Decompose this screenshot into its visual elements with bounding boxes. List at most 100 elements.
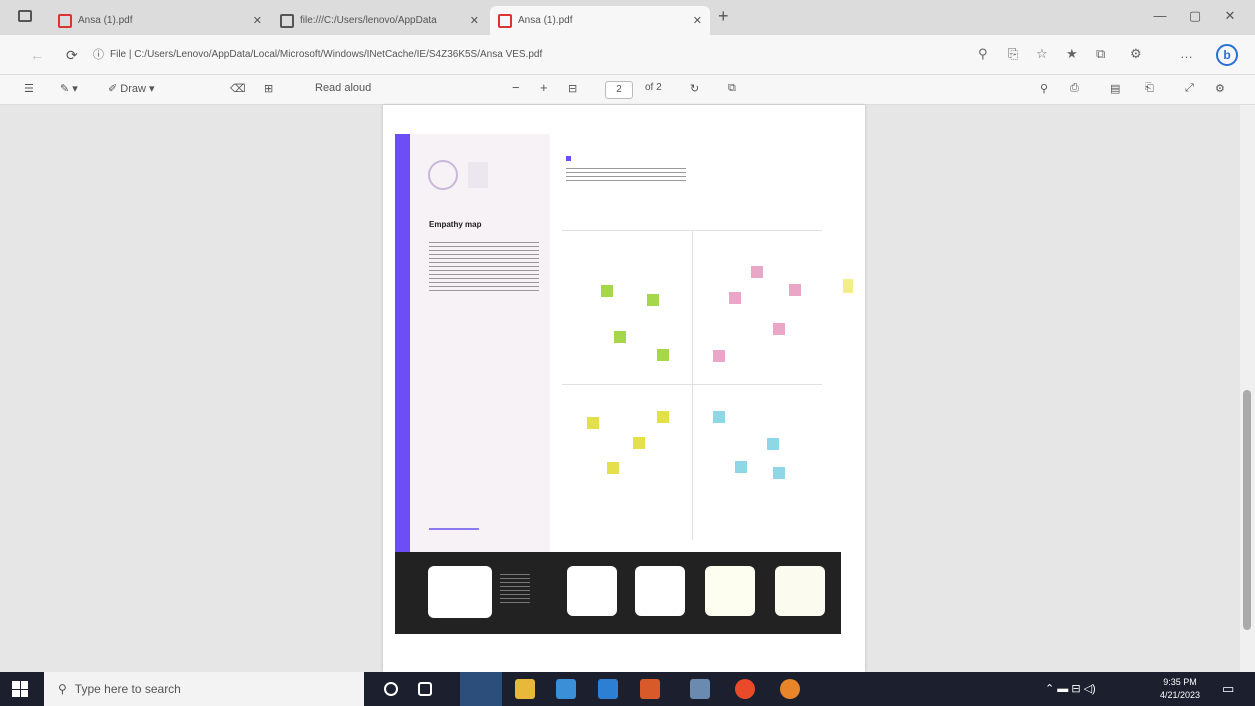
sticky-note-yellow (657, 411, 669, 423)
notification-icon[interactable]: ▭ (1222, 681, 1234, 697)
windows-start-icon[interactable] (12, 681, 28, 697)
cortana-icon[interactable] (384, 682, 398, 696)
quadrant-top-line (562, 230, 822, 231)
read-aloud-button[interactable]: Read aloud (315, 82, 371, 94)
sticky-note-pink (729, 292, 741, 304)
taskbar-search[interactable]: ⚲ Type here to search (44, 672, 364, 706)
zoom-icon[interactable]: ⚲ (978, 46, 988, 62)
minimize-button[interactable]: — (1150, 8, 1170, 23)
eraser-icon[interactable]: ⌫ (230, 82, 246, 95)
search-icon: ⚲ (58, 682, 67, 696)
read-mode-icon[interactable]: ⎘ (1008, 46, 1018, 62)
template-text-lines (500, 574, 530, 604)
sticky-note-yellow (633, 437, 645, 449)
firefox-icon[interactable] (780, 679, 800, 699)
rotate-icon[interactable]: ↻ (690, 82, 699, 95)
sticky-note-pink (751, 266, 763, 278)
quadrant-divider-vertical (692, 230, 693, 540)
maximize-button[interactable]: ▢ (1185, 8, 1205, 24)
pdf-icon (498, 13, 512, 28)
tab-2[interactable]: file:///C:/Users/lenovo/AppData ✕ (272, 6, 487, 35)
footer-link-line (429, 528, 479, 530)
template-card[interactable] (705, 566, 755, 616)
search-icon[interactable]: ⚲ (1040, 82, 1048, 95)
sticky-note-blue (713, 411, 725, 423)
sticky-note-blue (767, 438, 779, 450)
sticky-note-pink (773, 323, 785, 335)
template-card[interactable] (567, 566, 617, 616)
more-icon[interactable]: … (1180, 46, 1193, 61)
draw-button[interactable]: ✐ Draw ▾ (108, 82, 155, 95)
sticky-note-blue (773, 467, 785, 479)
settings-icon[interactable]: ⚙ (1215, 82, 1225, 95)
extensions-icon[interactable]: ⚙ (1130, 46, 1142, 62)
page-number-input[interactable]: 2 (605, 81, 633, 99)
highlight-icon[interactable]: ✎ ▾ (60, 82, 78, 95)
description-lines (429, 242, 539, 294)
fullscreen-icon[interactable]: ⤢ (1185, 82, 1194, 95)
pdf-toolbar: ☰ ✎ ▾ ✐ Draw ▾ ⌫ ⊞ Read aloud − + ⊟ 2 of… (0, 75, 1255, 105)
tab-label: Ansa (1).pdf (518, 15, 573, 26)
system-tray-icons[interactable]: ⌃ ▬ ⊟ ◁) (1045, 682, 1096, 695)
right-panel (550, 134, 841, 552)
scheme-label: File (110, 49, 127, 60)
chrome-icon[interactable] (735, 679, 755, 699)
save-icon[interactable]: ▤ (1110, 82, 1120, 95)
edge-icon[interactable] (460, 672, 502, 706)
template-card[interactable] (775, 566, 825, 616)
collections-icon[interactable]: ⧉ (1096, 46, 1105, 62)
tab-actions-icon[interactable] (18, 10, 32, 22)
zoom-in-button[interactable]: + (540, 80, 548, 95)
address-bar: ← ⟳ ⓘ File | C:/Users/Lenovo/AppData/Loc… (0, 35, 1255, 75)
url-field[interactable]: File | C:/Users/Lenovo/AppData/Local/Mic… (110, 45, 970, 65)
favorites-bar-icon[interactable]: ★ (1066, 46, 1078, 62)
sticky-note-blue (735, 461, 747, 473)
fit-page-icon[interactable]: ⊟ (568, 82, 577, 95)
tab-label: Ansa (1).pdf (78, 15, 133, 26)
time: 9:35 PM (1163, 677, 1197, 687)
task-view-icon[interactable] (418, 682, 432, 696)
accent-bar (395, 134, 410, 552)
tab-strip: Ansa (1).pdf ✕ file:///C:/Users/lenovo/A… (0, 0, 1255, 35)
close-window-button[interactable]: ✕ (1220, 8, 1240, 24)
print-icon[interactable]: ⎙ (1070, 82, 1079, 95)
new-tab-button[interactable]: + (718, 6, 729, 27)
sticky-note-green (614, 331, 626, 343)
clock[interactable]: 9:35 PM 4/21/2023 (1150, 676, 1210, 702)
close-icon[interactable]: ✕ (470, 14, 479, 27)
refresh-icon[interactable]: ⟳ (66, 47, 78, 64)
tab-3[interactable]: Ansa (1).pdf ✕ (490, 6, 710, 35)
sticky-note-yellow (607, 462, 619, 474)
sticky-note-yellow (587, 417, 599, 429)
draw-icon: ✐ (108, 83, 118, 95)
empathy-map-board: Empathy map (395, 134, 841, 634)
office-icon[interactable] (640, 679, 660, 699)
scrollbar-thumb[interactable] (1243, 390, 1251, 630)
tab-1[interactable]: Ansa (1).pdf ✕ (50, 6, 270, 35)
mail-icon[interactable] (598, 679, 618, 699)
sticky-note-pink (713, 350, 725, 362)
close-icon[interactable]: ✕ (253, 14, 262, 27)
view-icon[interactable]: ⊞ (264, 82, 273, 95)
close-icon[interactable]: ✕ (693, 14, 702, 27)
template-card[interactable] (635, 566, 685, 616)
bing-icon[interactable]: b (1216, 44, 1238, 66)
sticky-note-green (657, 349, 669, 361)
store-icon[interactable] (556, 679, 576, 699)
info-icon[interactable]: ⓘ (93, 46, 104, 62)
back-icon[interactable]: ← (30, 47, 44, 63)
taskbar: ⚲ Type here to search ⌃ ▬ ⊟ ◁) 9:35 PM 4… (0, 672, 1255, 706)
map-title: Empathy map (429, 220, 482, 229)
save-as-icon[interactable]: ⎗ (1145, 82, 1154, 95)
photos-icon[interactable] (690, 679, 710, 699)
template-card[interactable] (428, 566, 492, 618)
zoom-out-button[interactable]: − (512, 80, 520, 95)
two-page-icon[interactable]: ⧉ (728, 82, 736, 95)
contents-icon[interactable]: ☰ (24, 82, 34, 95)
page-total: of 2 (645, 82, 662, 93)
tab-label: file:///C:/Users/lenovo/AppData (300, 15, 437, 26)
template-strip (395, 552, 841, 634)
file-explorer-icon[interactable] (515, 679, 535, 699)
section-heading-lines (566, 168, 686, 184)
favorite-icon[interactable]: ☆ (1036, 46, 1048, 62)
